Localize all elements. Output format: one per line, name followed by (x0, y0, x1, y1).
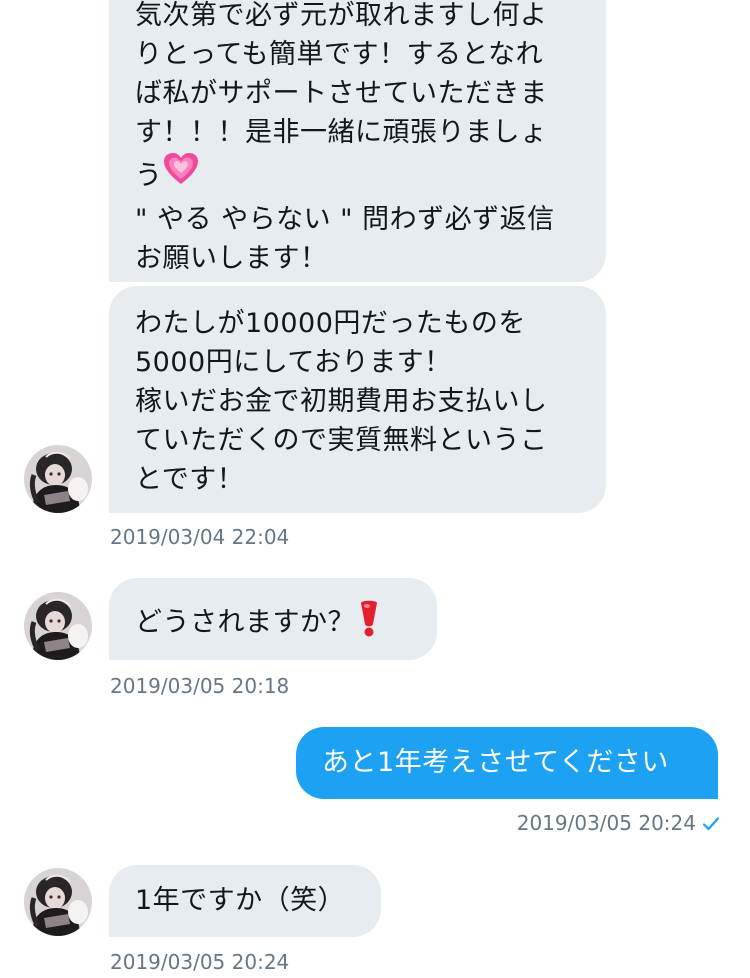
growing-heart-icon (163, 152, 199, 202)
check-icon (702, 813, 720, 837)
message-line: 気次第で必ず元が取れますし何よ (135, 0, 548, 31)
user-avatar-icon (24, 445, 92, 513)
avatar[interactable] (24, 868, 92, 936)
avatar[interactable] (24, 445, 92, 513)
message-line: とです！ (135, 464, 245, 495)
user-avatar-icon (24, 868, 92, 936)
user-avatar-icon (24, 592, 92, 660)
message-bubble-sent[interactable]: あと1年考えさせてください (296, 727, 718, 799)
message-line: わたしが10000円だったものを (135, 308, 526, 339)
message-line: う (135, 160, 163, 192)
message-line: ば私がサポートさせていただきま (135, 78, 548, 109)
message-timestamp-row: 2019/03/05 20:24 (517, 811, 720, 837)
avatar[interactable] (24, 592, 92, 660)
message-line: りとっても簡単です！するとなれ (135, 39, 544, 70)
message-bubble-received[interactable]: どうされますか？ (109, 578, 437, 660)
message-text: あと1年考えさせてください (322, 747, 669, 778)
message-line: す！！！是非一緒に頑張りましょ (135, 117, 548, 148)
message-text: 1年ですか（笑） (135, 885, 346, 916)
message-timestamp: 2019/03/04 22:04 (110, 525, 290, 549)
message-line: ていただくので実質無料というこ (135, 425, 548, 456)
exclamation-mark-icon (357, 599, 381, 648)
message-bubble-received[interactable]: わたしが10000円だったものを 5000円にしております！ 稼いだお金で初期費… (109, 286, 606, 513)
message-line: 稼いだお金で初期費用お支払いし (135, 386, 548, 417)
message-text: どうされますか？ (135, 607, 355, 638)
message-line-with-emoji: どうされますか？ (135, 599, 413, 648)
message-timestamp: 2019/03/05 20:18 (110, 674, 290, 698)
message-timestamp: 2019/03/05 20:24 (516, 811, 696, 835)
message-line-with-emoji: う (135, 152, 582, 200)
message-bubble-received[interactable]: 1年ですか（笑） (109, 865, 381, 937)
message-line: " やる やらない " 問わず必ず返信 (135, 204, 555, 235)
message-bubble-received[interactable]: 気次第で必ず元が取れますし何よ りとっても簡単です！するとなれ ば私がサポートさ… (109, 0, 606, 282)
message-timestamp: 2019/03/05 20:24 (110, 950, 290, 974)
message-line: 5000円にしております！ (135, 347, 452, 378)
message-line: お願いします！ (135, 243, 328, 274)
